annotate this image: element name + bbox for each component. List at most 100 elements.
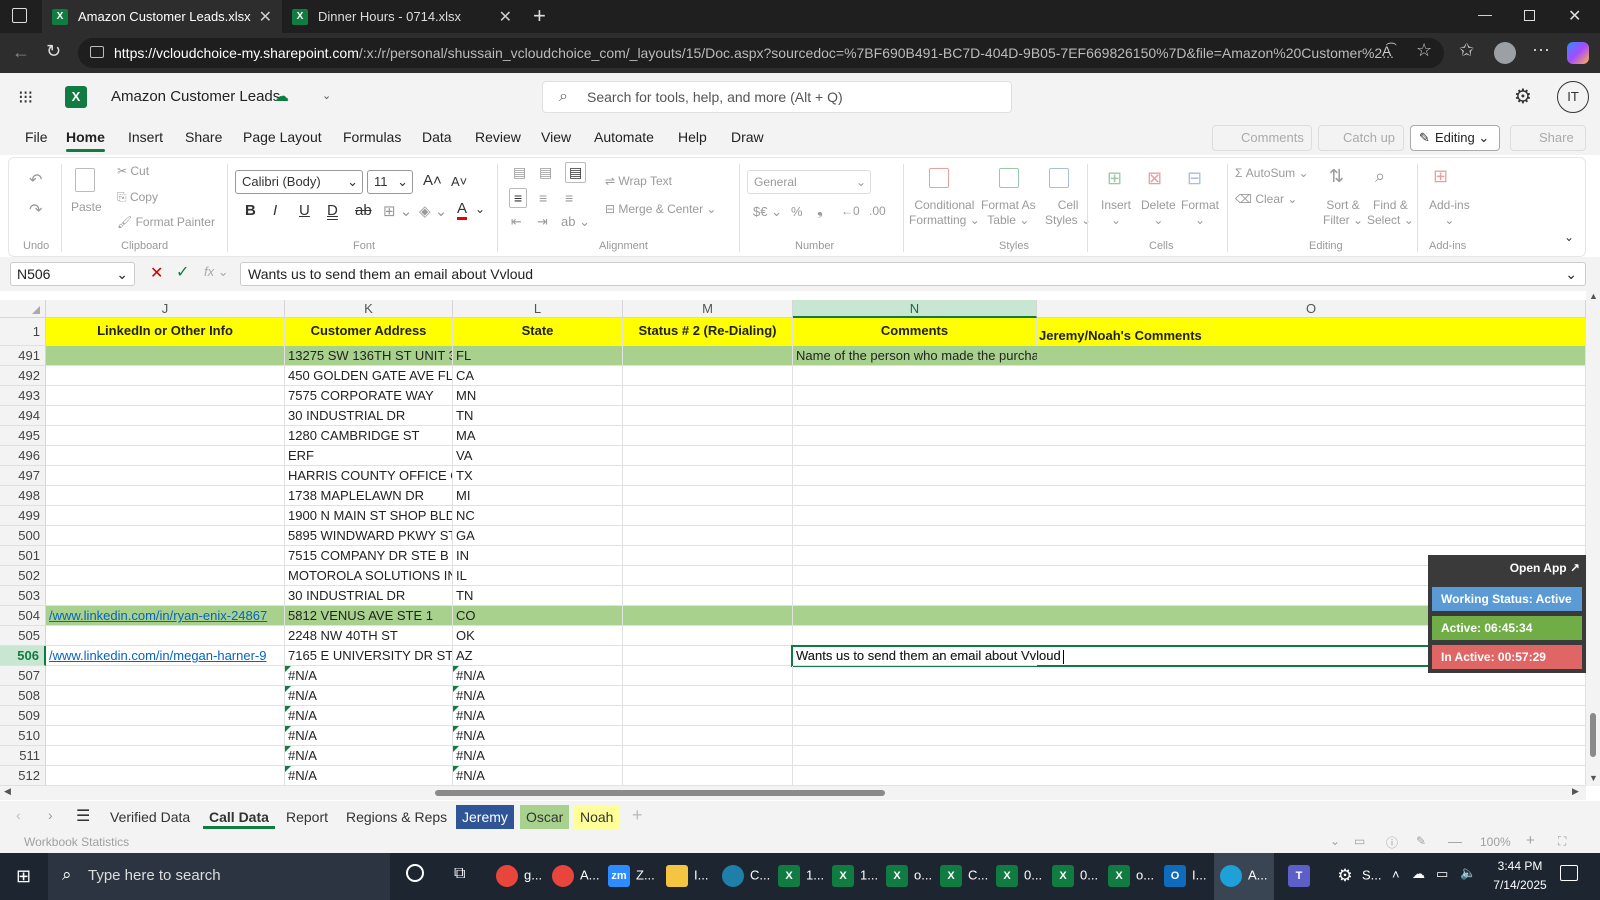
more-icon[interactable]: ··· bbox=[1532, 39, 1550, 60]
cell-n[interactable] bbox=[793, 466, 1037, 486]
browser-tab-active[interactable]: X Amazon Customer Leads.xlsx ✕ bbox=[42, 0, 282, 33]
tab-data[interactable]: Data bbox=[422, 129, 452, 145]
back-icon[interactable]: ← bbox=[12, 42, 30, 63]
cell-j[interactable]: /www.linkedin.com/in/megan-harner-9 bbox=[46, 646, 285, 666]
cell-m[interactable] bbox=[623, 446, 793, 466]
start-icon[interactable]: ⊞ bbox=[16, 866, 31, 887]
row-header[interactable]: 492 bbox=[0, 366, 46, 386]
merge-center-button[interactable]: ⊟ Merge & Center ⌄ bbox=[605, 202, 716, 216]
copy-button[interactable]: ⎘ Copy bbox=[117, 190, 158, 205]
column-header-n[interactable]: N bbox=[793, 300, 1037, 318]
cut-button[interactable]: ✂ Cut bbox=[117, 164, 149, 178]
cell-k[interactable]: 7165 E UNIVERSITY DR STE bbox=[285, 646, 453, 666]
cell-k[interactable]: #N/A bbox=[285, 766, 453, 786]
sort-filter-icon[interactable]: ⇅ bbox=[1329, 166, 1344, 187]
cell-n[interactable] bbox=[793, 546, 1037, 566]
cell-n[interactable] bbox=[793, 666, 1037, 686]
tray-chevron-icon[interactable]: ˄ bbox=[1392, 867, 1400, 882]
underline-icon[interactable]: U bbox=[299, 202, 310, 219]
cell-l[interactable]: MN bbox=[453, 386, 623, 406]
font-size-select[interactable]: 11 ⌄ bbox=[367, 170, 413, 194]
cell-k[interactable]: 1900 N MAIN ST SHOP BLDG bbox=[285, 506, 453, 526]
cell-o[interactable] bbox=[1037, 386, 1586, 406]
row-header[interactable]: 498 bbox=[0, 486, 46, 506]
select-all-corner[interactable] bbox=[0, 300, 46, 318]
insert-cells-button[interactable]: Insert ⌄ bbox=[1101, 198, 1131, 228]
cell-j[interactable] bbox=[46, 446, 285, 466]
cell-o[interactable] bbox=[1037, 366, 1586, 386]
expand-formula-icon[interactable]: ⌄ bbox=[1565, 263, 1577, 285]
cell-k[interactable]: 5895 WINDWARD PKWY STE bbox=[285, 526, 453, 546]
cell-k[interactable]: 13275 SW 136TH ST UNIT 3 bbox=[285, 346, 453, 366]
cell-m[interactable] bbox=[623, 686, 793, 706]
cell-l[interactable]: #N/A bbox=[453, 746, 623, 766]
decrease-decimal-icon[interactable]: .00 bbox=[869, 204, 886, 218]
cell-l[interactable]: #N/A bbox=[453, 726, 623, 746]
tab-home[interactable]: Home bbox=[66, 129, 105, 152]
row-header[interactable]: 510 bbox=[0, 726, 46, 746]
row-header[interactable]: 504 bbox=[0, 606, 46, 626]
orientation-icon[interactable]: ab ⌄ bbox=[561, 214, 590, 230]
find-select-icon[interactable]: ⌕ bbox=[1375, 166, 1385, 187]
cell-j[interactable] bbox=[46, 466, 285, 486]
cell-m[interactable] bbox=[623, 386, 793, 406]
cell-j[interactable] bbox=[46, 686, 285, 706]
cell-m[interactable] bbox=[623, 606, 793, 626]
row-header[interactable]: 511 bbox=[0, 746, 46, 766]
network-icon[interactable]: ▭ bbox=[1436, 866, 1448, 882]
format-cells-button[interactable]: Format ⌄ bbox=[1181, 198, 1219, 228]
taskbar-app-excel-1[interactable]: X 1... bbox=[778, 865, 824, 887]
cell-n[interactable] bbox=[793, 486, 1037, 506]
tab-actions-icon[interactable] bbox=[12, 8, 27, 23]
tab-insert[interactable]: Insert bbox=[128, 129, 163, 145]
cell-k[interactable]: 7515 COMPANY DR STE B bbox=[285, 546, 453, 566]
cell-o[interactable] bbox=[1037, 686, 1586, 706]
cell-j[interactable] bbox=[46, 726, 285, 746]
horizontal-scrollbar[interactable]: ◀ ▶ bbox=[0, 786, 1586, 800]
cell-k[interactable]: #N/A bbox=[285, 726, 453, 746]
cell-n[interactable] bbox=[793, 606, 1037, 626]
taskbar-app-outlook[interactable]: O I... bbox=[1164, 865, 1206, 887]
cell-j[interactable] bbox=[46, 426, 285, 446]
increase-indent-icon[interactable]: ⇥ bbox=[537, 214, 548, 230]
paste-button[interactable]: Paste bbox=[71, 200, 102, 214]
column-header-o[interactable]: O bbox=[1037, 300, 1586, 318]
conditional-formatting-button[interactable]: Conditional Formatting ⌄ bbox=[909, 198, 980, 228]
ribbon-expand-icon[interactable]: ⌄ bbox=[1564, 230, 1574, 244]
cell-j[interactable] bbox=[46, 526, 285, 546]
undo-icon[interactable]: ↶ bbox=[29, 170, 42, 190]
cell-m[interactable] bbox=[623, 766, 793, 786]
column-header-j[interactable]: J bbox=[46, 300, 285, 318]
app-launcher-icon[interactable]: ⁝⁝⁝ bbox=[18, 87, 33, 108]
increase-font-icon[interactable]: A˄ bbox=[423, 172, 442, 189]
cell-j[interactable] bbox=[46, 346, 285, 366]
cell-o[interactable] bbox=[1037, 426, 1586, 446]
cell-o[interactable] bbox=[1037, 706, 1586, 726]
catch-up-button[interactable]: Catch up bbox=[1318, 125, 1404, 151]
taskbar-app-excel-3[interactable]: Xo... bbox=[886, 865, 932, 887]
cell-n[interactable] bbox=[793, 726, 1037, 746]
cell-k[interactable]: 30 INDUSTRIAL DR bbox=[285, 586, 453, 606]
cell-n[interactable] bbox=[793, 526, 1037, 546]
taskbar-app-excel-4[interactable]: X C... bbox=[940, 865, 988, 887]
onedrive-icon[interactable]: ☁ bbox=[1412, 866, 1425, 882]
share-button[interactable]: Share bbox=[1510, 125, 1586, 151]
cell-j[interactable] bbox=[46, 386, 285, 406]
cell-k[interactable]: #N/A bbox=[285, 706, 453, 726]
cell-j[interactable] bbox=[46, 406, 285, 426]
cell-n[interactable] bbox=[793, 366, 1037, 386]
sort-filter-button[interactable]: Sort & Filter ⌄ bbox=[1323, 198, 1363, 228]
vertical-scrollbar[interactable]: ▲ ▼ bbox=[1586, 291, 1600, 786]
cell-n[interactable] bbox=[793, 426, 1037, 446]
vertical-scroll-thumb[interactable] bbox=[1590, 713, 1596, 757]
cell-n[interactable] bbox=[793, 746, 1037, 766]
chevron-down-icon[interactable]: ⌄ bbox=[322, 89, 331, 102]
cell-k[interactable]: #N/A bbox=[285, 686, 453, 706]
cell-l[interactable]: AZ bbox=[453, 646, 623, 666]
taskbar-app-chrome-2[interactable]: A... bbox=[552, 865, 600, 887]
cell-o[interactable] bbox=[1037, 346, 1586, 366]
fill-color-icon[interactable]: ◈ ⌄ bbox=[419, 202, 447, 220]
cell-m[interactable] bbox=[623, 566, 793, 586]
redo-icon[interactable]: ↷ bbox=[29, 200, 42, 220]
wrap-text-button[interactable]: ⇌ Wrap Text bbox=[605, 174, 672, 188]
